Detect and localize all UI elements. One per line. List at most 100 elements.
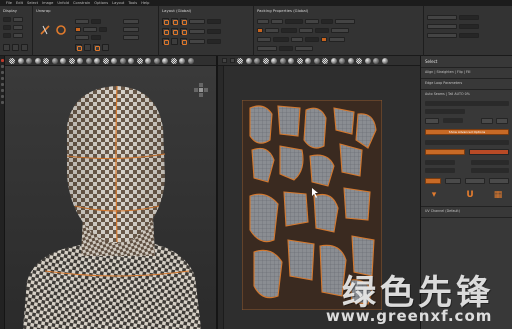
material-ball-icon[interactable] — [339, 57, 345, 64]
display-icon[interactable] — [21, 43, 28, 51]
unwrap-field[interactable] — [91, 18, 101, 24]
view-navigation-icon[interactable] — [193, 82, 209, 98]
material-ball-icon[interactable] — [51, 57, 58, 64]
material-ball-icon[interactable] — [170, 57, 177, 64]
packing-field[interactable] — [321, 18, 333, 24]
layout-option[interactable] — [189, 28, 205, 34]
panel-button[interactable] — [465, 178, 485, 184]
extra-option[interactable] — [427, 23, 457, 29]
show-advanced-options-button[interactable]: Show Advanced Options — [425, 129, 509, 135]
packing-toggle[interactable] — [321, 36, 327, 42]
grid-icon[interactable]: ▦ — [493, 190, 503, 200]
material-ball-icon[interactable] — [68, 57, 75, 64]
material-ball-icon[interactable] — [271, 57, 277, 64]
packing-option[interactable] — [335, 18, 355, 24]
packing-field[interactable] — [305, 36, 319, 42]
layout-field[interactable] — [207, 28, 221, 34]
material-ball-icon[interactable] — [373, 57, 379, 64]
tool-icon[interactable] — [1, 71, 4, 74]
material-ball-icon[interactable] — [187, 57, 194, 64]
menu-help[interactable]: Help — [141, 1, 149, 5]
packing-field[interactable] — [281, 27, 297, 33]
packing-option[interactable] — [271, 18, 283, 24]
display-icon[interactable] — [12, 43, 19, 51]
unwrap-option[interactable] — [83, 26, 97, 32]
tool-icon[interactable] — [1, 89, 4, 92]
material-ball-icon[interactable] — [305, 57, 311, 64]
packing-option[interactable] — [291, 36, 303, 42]
menu-edit[interactable]: Edit — [16, 1, 23, 5]
menu-options[interactable]: Options — [94, 1, 108, 5]
panel-button[interactable] — [469, 149, 509, 155]
packing-field[interactable] — [285, 18, 303, 24]
panel-field[interactable] — [471, 168, 509, 173]
menu-unfold[interactable]: Unfold — [57, 1, 69, 5]
panel-button[interactable] — [481, 118, 493, 124]
material-ball-icon[interactable] — [43, 57, 49, 64]
material-ball-icon[interactable] — [245, 57, 252, 64]
material-ball-icon[interactable] — [85, 57, 92, 64]
material-ball-icon[interactable] — [26, 57, 32, 64]
unwrap-field[interactable] — [91, 34, 101, 40]
panel-button[interactable] — [425, 178, 441, 184]
packing-option[interactable] — [257, 45, 277, 51]
material-ball-icon[interactable] — [237, 57, 243, 64]
packing-field[interactable] — [315, 27, 329, 33]
extra-option[interactable] — [427, 14, 457, 20]
display-field[interactable] — [3, 32, 11, 38]
material-ball-icon[interactable] — [279, 57, 286, 64]
unwrap-option[interactable] — [75, 34, 89, 40]
unwrap-toggle[interactable] — [75, 26, 81, 32]
menu-tools[interactable]: Tools — [128, 1, 137, 5]
material-ball-icon[interactable] — [254, 57, 260, 64]
pin-icon[interactable]: ▾ — [429, 190, 439, 200]
packing-option[interactable] — [331, 27, 349, 33]
material-ball-icon[interactable] — [364, 57, 371, 64]
unwrap-option[interactable] — [75, 18, 89, 24]
tool-icon[interactable] — [1, 83, 4, 86]
tool-icon[interactable] — [1, 101, 4, 104]
material-ball-icon[interactable] — [9, 57, 15, 64]
material-ball-icon[interactable] — [288, 57, 294, 64]
material-ball-icon[interactable] — [296, 57, 303, 64]
extra-option[interactable] — [427, 32, 457, 38]
extra-field[interactable] — [459, 23, 479, 29]
packing-option[interactable] — [257, 18, 269, 24]
material-ball-icon[interactable] — [60, 57, 66, 64]
menu-select[interactable]: Select — [27, 1, 38, 5]
viewport-3d[interactable] — [5, 66, 216, 329]
menu-constrain[interactable]: Constrain — [73, 1, 90, 5]
material-ball-icon[interactable] — [313, 57, 320, 64]
packing-field[interactable] — [279, 45, 293, 51]
material-ball-icon[interactable] — [111, 57, 117, 64]
packing-option[interactable] — [305, 18, 319, 24]
material-ball-icon[interactable] — [136, 57, 143, 64]
material-ball-icon[interactable] — [145, 57, 151, 64]
material-ball-icon[interactable] — [179, 57, 185, 64]
panel-field[interactable] — [425, 160, 455, 165]
material-ball-icon[interactable] — [77, 57, 83, 64]
layout-icon[interactable] — [162, 17, 169, 25]
display-dropdown[interactable] — [13, 32, 23, 38]
material-ball-icon[interactable] — [94, 57, 100, 64]
cut-icon[interactable] — [39, 24, 51, 36]
layout-icon[interactable] — [171, 27, 178, 35]
packing-option[interactable] — [265, 27, 279, 33]
display-icon[interactable] — [3, 43, 10, 51]
packing-field[interactable] — [273, 36, 289, 42]
tool-icon[interactable] — [1, 65, 4, 68]
panel-field[interactable] — [471, 160, 509, 165]
unwrap-field[interactable] — [99, 26, 107, 32]
panel-button[interactable] — [425, 149, 465, 155]
material-ball-icon[interactable] — [330, 57, 337, 64]
unwrap-option[interactable] — [123, 34, 139, 40]
material-ball-icon[interactable] — [262, 57, 269, 64]
extra-field[interactable] — [459, 32, 479, 38]
tool-icon[interactable] — [1, 77, 4, 80]
magnet-icon[interactable]: U — [465, 190, 475, 200]
tool-icon[interactable] — [1, 95, 4, 98]
layout-icon[interactable] — [171, 17, 178, 25]
uv-tool-icon[interactable] — [222, 58, 227, 63]
panel-button[interactable] — [496, 118, 508, 124]
layout-icon[interactable] — [180, 17, 187, 25]
